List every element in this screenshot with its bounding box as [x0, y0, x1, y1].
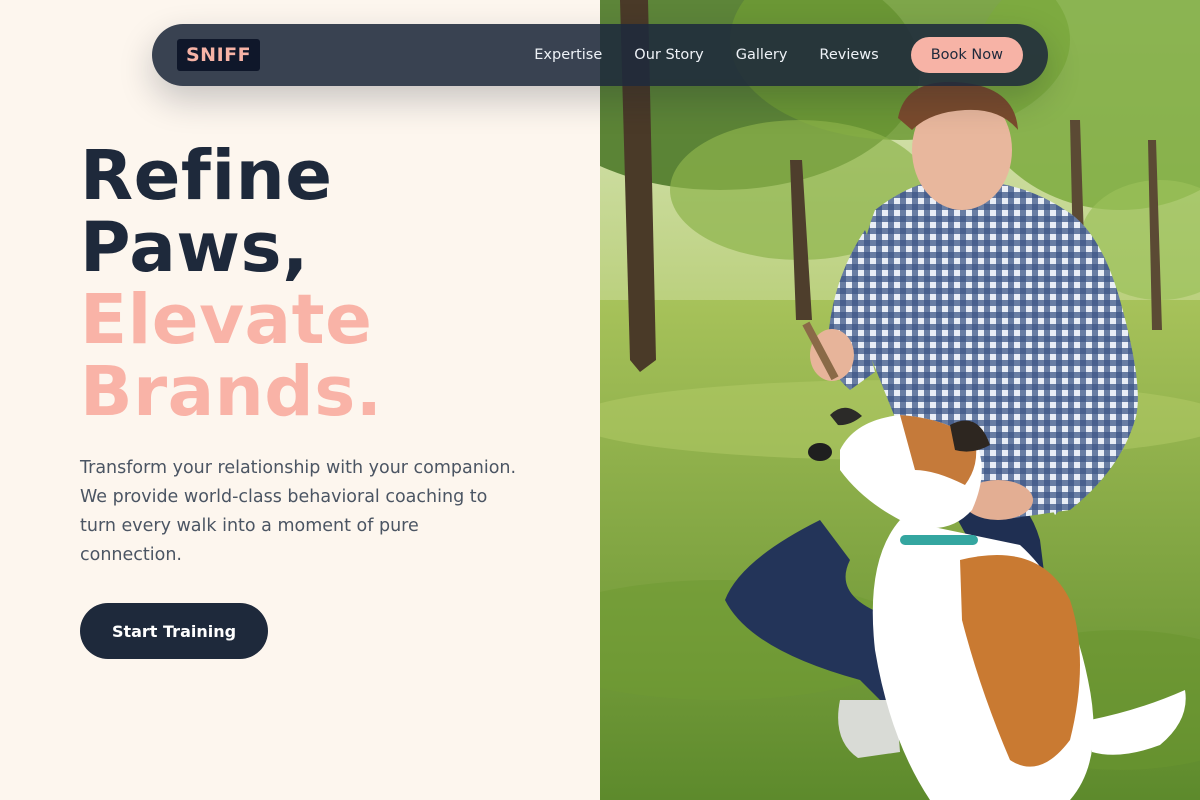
hero-headline: Refine Paws, Elevate Brands. — [80, 140, 382, 428]
hero-photo — [600, 0, 1200, 800]
top-navbar: SNIFF Expertise Our Story Gallery Review… — [152, 24, 1048, 86]
headline-line-brands: Brands. — [80, 352, 383, 432]
brand-logo[interactable]: SNIFF — [177, 39, 261, 71]
nav-link-expertise[interactable]: Expertise — [534, 47, 602, 63]
book-now-button[interactable]: Book Now — [910, 37, 1023, 73]
nav-links: Expertise Our Story Gallery Reviews Book… — [534, 37, 1023, 73]
hero-description: Transform your relationship with your co… — [80, 458, 517, 565]
nav-link-our-story[interactable]: Our Story — [634, 47, 703, 63]
nav-link-reviews[interactable]: Reviews — [819, 47, 878, 63]
nav-link-gallery[interactable]: Gallery — [736, 47, 788, 63]
headline-line-paws: Paws, — [80, 208, 309, 288]
start-training-button[interactable]: Start Training — [80, 603, 268, 659]
headline-line-refine: Refine — [80, 136, 333, 216]
hero-photo-illustration — [600, 0, 1200, 800]
headline-line-elevate: Elevate — [80, 280, 373, 360]
